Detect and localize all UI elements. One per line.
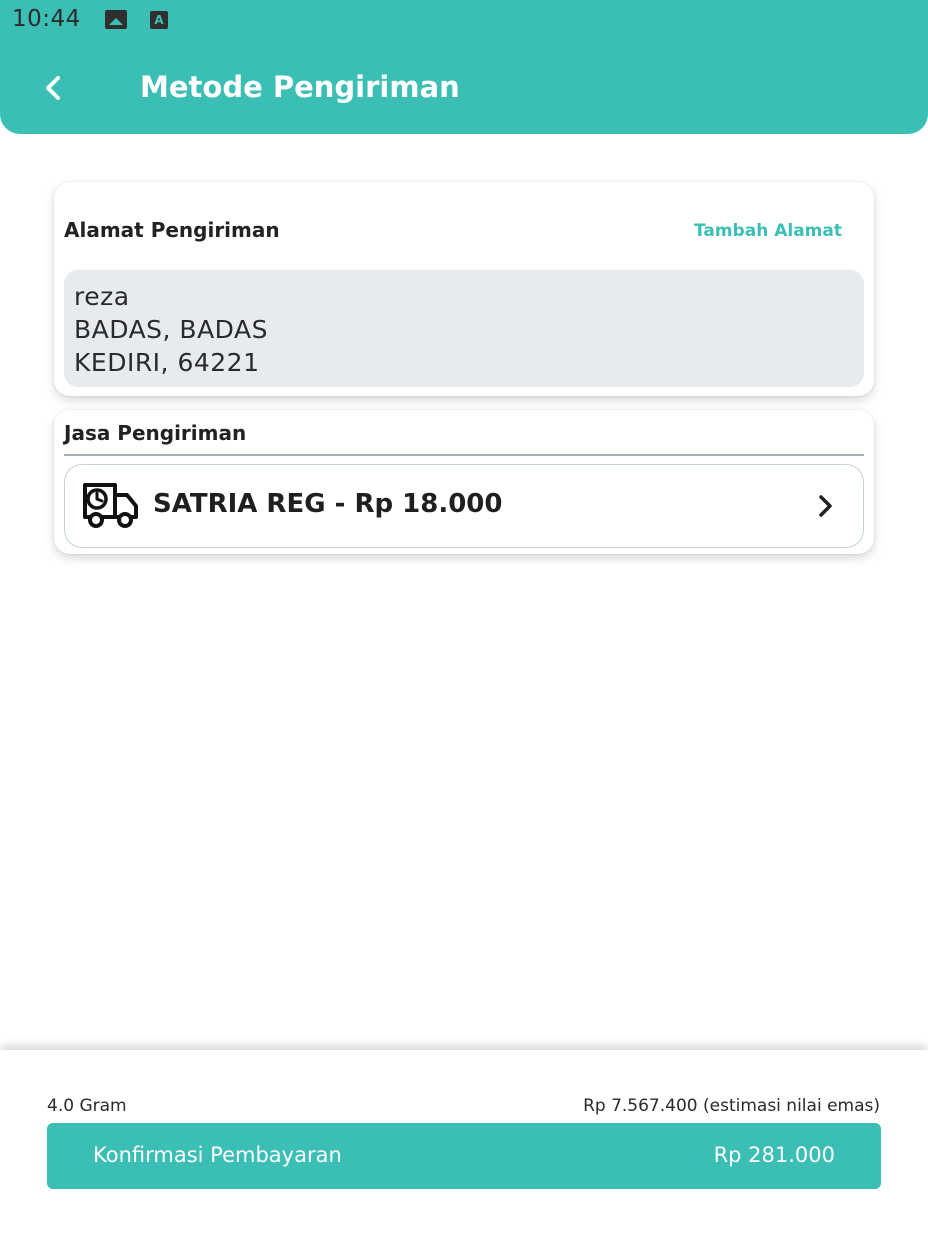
- address-name: reza: [74, 282, 130, 311]
- address-street: BADAS, BADAS: [74, 315, 268, 344]
- shipping-service-card: Jasa Pengiriman SATRIA REG - Rp 18.000: [54, 410, 874, 554]
- chevron-right-icon: [819, 495, 832, 517]
- shipping-address-card: Alamat Pengiriman Tambah Alamat reza BAD…: [54, 182, 874, 396]
- a-box-icon: A: [150, 11, 168, 29]
- address-box[interactable]: reza BADAS, BADAS KEDIRI, 64221: [64, 270, 864, 387]
- add-address-link[interactable]: Tambah Alamat: [694, 221, 842, 241]
- address-card-title: Alamat Pengiriman: [64, 218, 280, 242]
- divider: [64, 454, 864, 456]
- courier-label: SATRIA REG - Rp 18.000: [153, 489, 503, 519]
- address-city: KEDIRI, 64221: [74, 348, 260, 377]
- app-header: 10:44 A Metode Pengiriman: [0, 0, 928, 134]
- delivery-truck-icon: [83, 483, 138, 528]
- status-time: 10:44: [12, 6, 81, 32]
- courier-option[interactable]: SATRIA REG - Rp 18.000: [64, 464, 864, 548]
- confirm-payment-amount: Rp 281.000: [713, 1143, 835, 1167]
- page-title: Metode Pengiriman: [140, 70, 460, 104]
- shipping-card-title: Jasa Pengiriman: [64, 421, 247, 445]
- confirm-payment-label: Konfirmasi Pembayaran: [93, 1143, 342, 1167]
- image-icon: [105, 10, 127, 29]
- confirm-payment-button[interactable]: Konfirmasi Pembayaran Rp 281.000: [47, 1123, 881, 1189]
- gold-weight: 4.0 Gram: [47, 1096, 127, 1116]
- back-button[interactable]: [34, 68, 74, 108]
- page: 10:44 A Metode Pengiriman Alamat Pengiri…: [0, 0, 928, 1253]
- checkout-bar: 4.0 Gram Rp 7.567.400 (estimasi nilai em…: [0, 1050, 928, 1253]
- chevron-left-icon: [46, 76, 60, 100]
- gold-estimate: Rp 7.567.400 (estimasi nilai emas): [583, 1096, 880, 1116]
